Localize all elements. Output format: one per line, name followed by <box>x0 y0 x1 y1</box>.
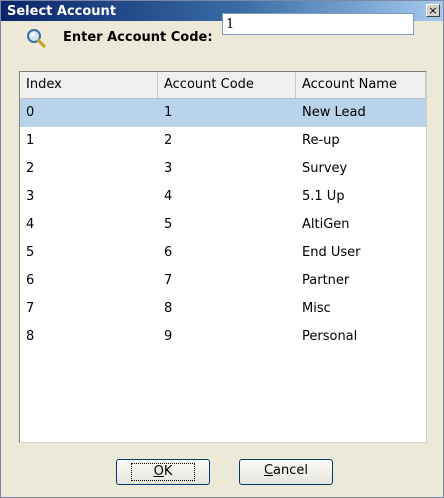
column-header-account-name[interactable]: Account Name <box>296 72 426 98</box>
table-row[interactable]: 3 4 5.1 Up <box>20 183 426 211</box>
cell-account-code: 9 <box>164 329 173 344</box>
cell-account-name: End User <box>302 245 361 260</box>
cell-account-name: Personal <box>302 329 358 344</box>
cell-account-code: 8 <box>164 301 173 316</box>
cell-account-code: 3 <box>164 161 173 176</box>
table-row[interactable]: 0 1 New Lead <box>20 99 426 127</box>
cell-account-code: 4 <box>164 189 173 204</box>
table-row[interactable]: 4 5 AltiGen <box>20 211 426 239</box>
select-account-dialog: Select Account × Enter Account Code: Ind… <box>0 0 444 498</box>
cell-index: 1 <box>26 133 35 148</box>
cancel-label: ancel <box>273 463 309 478</box>
cell-account-code: 6 <box>164 245 173 260</box>
cell-index: 5 <box>26 245 35 260</box>
column-header-account-code[interactable]: Account Code <box>158 72 296 98</box>
cell-account-name: Survey <box>302 161 348 176</box>
ok-label: K <box>163 464 173 479</box>
cell-index: 8 <box>26 329 35 344</box>
cell-account-name: New Lead <box>302 105 366 120</box>
account-code-input[interactable] <box>222 13 414 35</box>
cell-account-name: Re-up <box>302 133 340 148</box>
column-header-index[interactable]: Index <box>20 72 158 98</box>
cell-index: 3 <box>26 189 35 204</box>
cell-index: 6 <box>26 273 35 288</box>
cell-account-code: 5 <box>164 217 173 232</box>
cell-account-name: 5.1 Up <box>302 189 345 204</box>
cell-account-code: 2 <box>164 133 173 148</box>
search-icon <box>27 29 46 48</box>
cell-account-code: 7 <box>164 273 173 288</box>
cell-index: 4 <box>26 217 35 232</box>
list-header: Index Account Code Account Name <box>20 72 426 99</box>
table-row[interactable]: 1 2 Re-up <box>20 127 426 155</box>
cell-account-name: Partner <box>302 273 350 288</box>
cell-account-code: 1 <box>164 105 173 120</box>
cell-account-name: Misc <box>302 301 331 316</box>
table-row[interactable]: 7 8 Misc <box>20 295 426 323</box>
cell-index: 2 <box>26 161 35 176</box>
window-title: Select Account <box>7 4 117 19</box>
cell-index: 7 <box>26 301 35 316</box>
table-row[interactable]: 6 7 Partner <box>20 267 426 295</box>
ok-button[interactable]: OK <box>116 459 210 485</box>
table-row[interactable]: 2 3 Survey <box>20 155 426 183</box>
ok-mnemonic: O <box>153 464 164 479</box>
cancel-button[interactable]: Cancel <box>239 459 333 485</box>
cancel-mnemonic: C <box>263 463 274 478</box>
table-row[interactable]: 5 6 End User <box>20 239 426 267</box>
account-list[interactable]: Index Account Code Account Name 0 1 New Le… <box>19 71 427 443</box>
cell-index: 0 <box>26 105 35 120</box>
close-button[interactable]: × <box>426 4 440 17</box>
ok-focus-rect: OK <box>130 463 196 481</box>
table-row[interactable]: 8 9 Personal <box>20 323 426 351</box>
account-code-label: Enter Account Code: <box>63 30 213 45</box>
cell-account-name: AltiGen <box>302 217 350 232</box>
list-body: 0 1 New Lead 1 2 Re-up 2 3 Survey 3 4 5.1 Up 4 5 AltiG… <box>20 99 426 351</box>
